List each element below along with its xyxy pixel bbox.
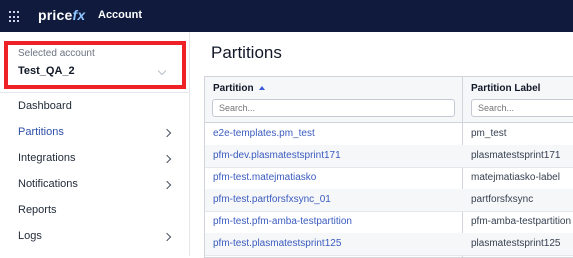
sidebar-item-dashboard[interactable]: Dashboard: [0, 96, 189, 118]
app-title: Account: [98, 9, 142, 21]
main-content: Partitions Partition Partition Label e2e…: [190, 32, 573, 258]
partition-link[interactable]: pfm-test.plasmatestsprint125: [213, 238, 341, 249]
table-row[interactable]: pfm-test.matejmatiasko matejmatiasko-lab…: [205, 167, 573, 190]
partition-search-input[interactable]: [212, 99, 455, 117]
sort-ascending-icon[interactable]: [258, 86, 265, 90]
sidebar-divider: [0, 92, 189, 93]
column-header-partition-label[interactable]: Partition Label: [463, 77, 573, 122]
column-header-label: Partition Label: [471, 83, 541, 94]
top-bar: pricefx Account: [0, 0, 573, 32]
partition-link[interactable]: pfm-dev.plasmatestsprint171: [213, 150, 341, 161]
chevron-right-icon: [162, 180, 172, 190]
sidebar-item-partitions[interactable]: Partitions: [0, 122, 189, 144]
table-row[interactable]: pfm-dev.plasmatestsprint171 plasmatestsp…: [205, 145, 573, 168]
sidebar-item-reports[interactable]: Reports: [0, 200, 189, 222]
sidebar-item-label: Partitions: [18, 126, 64, 138]
chevron-right-icon: [162, 154, 172, 164]
sidebar-item-label: Reports: [18, 204, 57, 216]
partition-label-cell: plasmatestsprint171: [471, 150, 561, 161]
column-header-partition[interactable]: Partition: [205, 77, 462, 122]
apps-grid-icon[interactable]: [9, 11, 21, 23]
partition-link[interactable]: pfm-test.pfm-amba-testpartition: [213, 216, 352, 227]
table-row[interactable]: e2e-templates.pm_test pm_test: [205, 123, 573, 146]
logo-main: price: [38, 7, 73, 23]
chevron-right-icon: [162, 128, 172, 138]
partition-label-search-input[interactable]: [471, 99, 573, 117]
sidebar-item-integrations[interactable]: Integrations: [0, 148, 189, 170]
logo-accent: fx: [72, 7, 86, 23]
sidebar-item-label: Notifications: [18, 178, 78, 190]
partition-label-cell: partforsfxsync: [471, 194, 534, 205]
partition-label-cell: pm_test: [471, 128, 507, 139]
column-header-label: Partition: [213, 83, 265, 94]
pricefx-logo[interactable]: pricefx: [38, 7, 85, 23]
chevron-down-icon: [157, 66, 167, 76]
account-selector-label: Selected account: [18, 48, 95, 59]
table-row[interactable]: pfm-test.pfm-amba-testpartition pfm-amba…: [205, 211, 573, 234]
account-selector[interactable]: Selected account Test_QA_2: [4, 41, 186, 89]
partition-label-cell: plasmatestsprint125: [471, 238, 561, 249]
chevron-right-icon: [162, 232, 172, 242]
account-selector-value: Test_QA_2: [18, 65, 75, 77]
partition-label-cell: pfm-amba-testpartition: [471, 216, 572, 227]
partition-link[interactable]: e2e-templates.pm_test: [213, 128, 315, 139]
sidebar-item-label: Logs: [18, 230, 42, 242]
partition-label-cell: matejmatiasko-label: [471, 172, 560, 183]
sidebar-item-label: Dashboard: [18, 100, 72, 112]
sidebar-item-notifications[interactable]: Notifications: [0, 174, 189, 196]
sidebar: Selected account Test_QA_2 Dashboard Par…: [0, 32, 190, 256]
sidebar-item-label: Integrations: [18, 152, 76, 164]
partition-link[interactable]: pfm-test.matejmatiasko: [213, 172, 316, 183]
partition-link[interactable]: pfm-test.partforsfxsync_01: [213, 194, 331, 205]
page-title: Partitions: [211, 43, 282, 62]
partitions-table: Partition Partition Label e2e-templates.…: [204, 76, 573, 258]
table-header: Partition Partition Label: [205, 77, 573, 123]
table-row[interactable]: pfm-test.partforsfxsync_01 partforsfxsyn…: [205, 189, 573, 212]
sidebar-item-logs[interactable]: Logs: [0, 226, 189, 248]
table-row[interactable]: pfm-test.plasmatestsprint125 plasmatests…: [205, 233, 573, 256]
